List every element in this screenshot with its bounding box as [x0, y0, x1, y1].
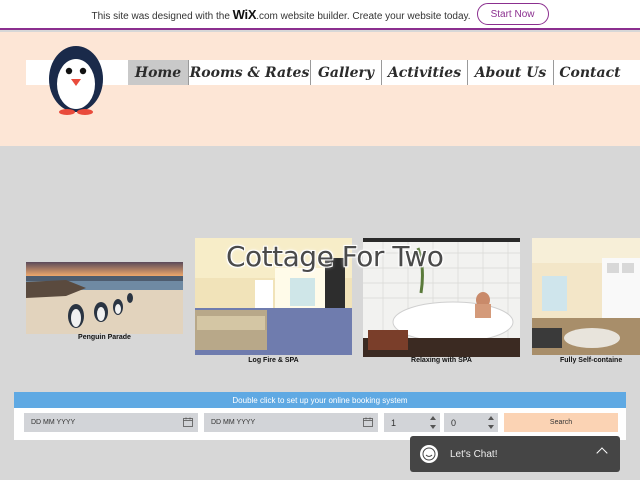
increment-icon[interactable] [430, 416, 436, 420]
booking-widget: Double click to set up your online booki… [14, 392, 626, 440]
nav-contact[interactable]: Contact [554, 60, 626, 85]
wix-logo[interactable]: WiX [233, 7, 257, 22]
booking-setup-banner[interactable]: Double click to set up your online booki… [14, 392, 626, 408]
checkout-placeholder: DD MM YYYY [211, 419, 256, 426]
nav-about-us[interactable]: About Us [468, 60, 554, 85]
site-header: Home Rooms & Rates Gallery Activities Ab… [0, 32, 640, 146]
chat-widget[interactable]: Let's Chat! [410, 436, 620, 472]
wix-banner: This site was designed with the WiX.com … [0, 0, 640, 30]
children-spinner[interactable] [488, 416, 494, 429]
checkin-date-field[interactable]: DD MM YYYY [24, 413, 198, 432]
decrement-icon[interactable] [430, 425, 436, 429]
banner-text-after: website builder. Create your website tod… [280, 10, 471, 22]
nav-activities[interactable]: Activities [382, 60, 468, 85]
nav-rooms-rates[interactable]: Rooms & Rates [189, 60, 311, 85]
banner-text-before: This site was designed with the [91, 10, 230, 22]
caption-log-fire-spa: Log Fire & SPA [248, 357, 299, 364]
caption-self-contained: Fully Self-containe [560, 357, 623, 364]
children-stepper[interactable]: 0 [444, 413, 498, 432]
wix-logo-suffix: .com [256, 10, 278, 22]
increment-icon[interactable] [488, 416, 494, 420]
nav-gallery[interactable]: Gallery [311, 60, 382, 85]
chat-smile-icon [420, 445, 438, 463]
adults-spinner[interactable] [430, 416, 436, 429]
wix-banner-text: This site was designed with the WiX.com … [91, 7, 470, 22]
children-value: 0 [451, 417, 457, 428]
search-button[interactable]: Search [504, 413, 618, 432]
penguin-icon[interactable] [46, 40, 106, 116]
decrement-icon[interactable] [488, 425, 494, 429]
gallery-title: Cottage For Two [226, 240, 444, 273]
caption-relaxing-spa: Relaxing with SPA [411, 357, 472, 364]
gallery-photo-self-contained[interactable] [532, 238, 640, 355]
chat-label: Let's Chat! [450, 448, 498, 460]
caption-penguin-parade: Penguin Parade [78, 334, 131, 341]
checkin-placeholder: DD MM YYYY [31, 419, 76, 426]
chevron-up-icon[interactable] [596, 447, 608, 459]
adults-stepper[interactable]: 1 [384, 413, 440, 432]
adults-value: 1 [391, 417, 397, 428]
gallery-photo-penguin-parade[interactable] [26, 262, 183, 334]
start-now-button[interactable]: Start Now [476, 3, 549, 25]
page: This site was designed with the WiX.com … [0, 0, 640, 480]
calendar-icon[interactable] [183, 417, 193, 427]
main-nav: Home Rooms & Rates Gallery Activities Ab… [128, 60, 626, 85]
checkout-date-field[interactable]: DD MM YYYY [204, 413, 378, 432]
bottom-strip [14, 440, 410, 480]
nav-home[interactable]: Home [128, 60, 189, 85]
calendar-icon[interactable] [363, 417, 373, 427]
